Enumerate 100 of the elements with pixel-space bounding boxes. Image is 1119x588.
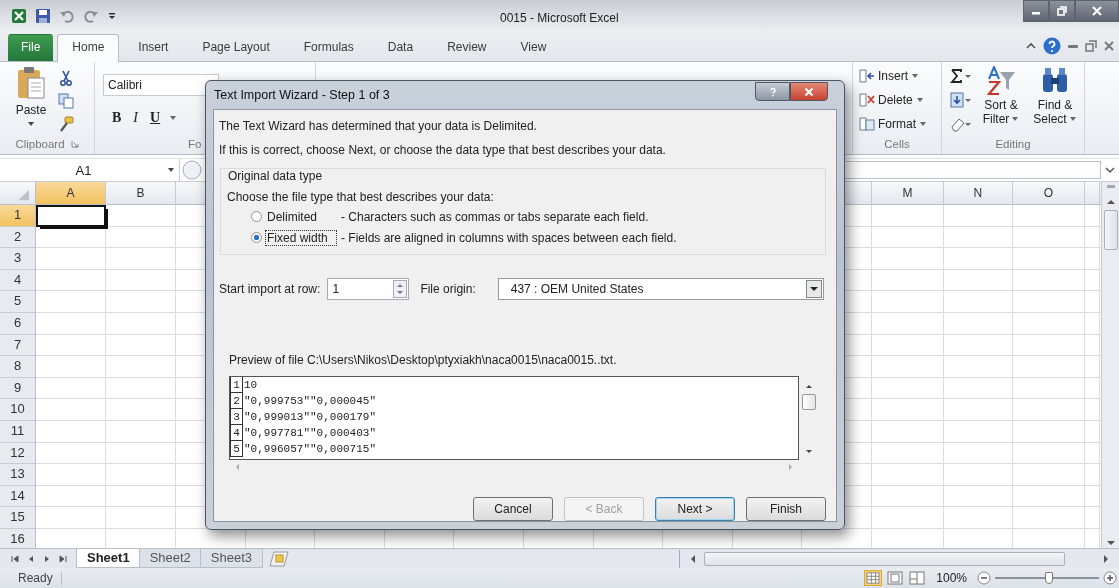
- format-painter-icon[interactable]: [58, 116, 74, 132]
- spinner-icon[interactable]: [393, 280, 408, 298]
- line-number: 3: [230, 409, 243, 425]
- scroll-thumb[interactable]: [801, 394, 816, 410]
- bold-button[interactable]: B: [109, 110, 125, 126]
- copy-icon[interactable]: [58, 93, 74, 109]
- fill-icon[interactable]: [950, 92, 972, 108]
- ribbon-tab[interactable]: Page Layout: [187, 34, 285, 61]
- zoom-out-icon[interactable]: [977, 571, 991, 585]
- scroll-up-icon[interactable]: [1105, 197, 1116, 207]
- ribbon-tab[interactable]: Formulas: [288, 34, 369, 61]
- scroll-right-icon[interactable]: [1101, 553, 1111, 564]
- restore-button[interactable]: [1049, 0, 1075, 22]
- wizard-button[interactable]: Finish: [746, 497, 826, 521]
- group-label: Fo: [188, 138, 202, 150]
- zoom-in-icon[interactable]: [1103, 571, 1117, 585]
- row-header[interactable]: 15: [0, 507, 36, 529]
- paste-button[interactable]: Paste: [10, 66, 52, 132]
- row-header[interactable]: 16: [0, 528, 36, 548]
- sort-filter-icon: [986, 66, 1016, 96]
- name-box[interactable]: A1: [0, 159, 180, 181]
- page-layout-view-icon[interactable]: [886, 570, 905, 586]
- page-break-view-icon[interactable]: [908, 570, 927, 586]
- help-button[interactable]: [755, 82, 790, 101]
- last-sheet-icon[interactable]: [58, 553, 68, 564]
- caret-icon: [27, 120, 35, 128]
- sheet-tab[interactable]: Sheet2: [138, 549, 202, 568]
- autosum-icon[interactable]: [950, 68, 972, 84]
- zoom-level[interactable]: 100%: [936, 571, 967, 585]
- row-header[interactable]: 10: [0, 399, 36, 421]
- vertical-scrollbar[interactable]: [1101, 182, 1119, 548]
- row-header[interactable]: 12: [0, 442, 36, 465]
- radio-button[interactable]: [251, 232, 262, 243]
- cells-command-button[interactable]: Insert: [859, 66, 941, 86]
- ribbon-tab[interactable]: File: [8, 34, 54, 61]
- ribbon-tab[interactable]: Data: [372, 34, 429, 61]
- clipboard-icon: [16, 66, 46, 100]
- first-sheet-icon[interactable]: [10, 553, 20, 564]
- row-header[interactable]: 13: [0, 464, 36, 486]
- row-header[interactable]: 8: [0, 356, 36, 378]
- file-origin-dropdown[interactable]: 437 : OEM United States: [497, 278, 824, 300]
- ribbon-tab[interactable]: Home: [57, 34, 120, 62]
- cells-command-button[interactable]: Format: [859, 114, 941, 134]
- scroll-down-icon[interactable]: [804, 448, 813, 456]
- ribbon-tab[interactable]: Review: [432, 34, 502, 61]
- sort-filter-button[interactable]: Sort & Filter: [976, 66, 1026, 132]
- caret-icon[interactable]: [169, 114, 178, 122]
- wizard-button[interactable]: Cancel: [473, 497, 553, 521]
- row-header[interactable]: 5: [0, 291, 36, 313]
- row-header[interactable]: 6: [0, 312, 36, 335]
- slider-thumb[interactable]: [1045, 572, 1054, 584]
- normal-view-icon[interactable]: [864, 570, 883, 586]
- eraser-icon[interactable]: [950, 116, 972, 132]
- find-select-button[interactable]: Find & Select: [1030, 66, 1080, 132]
- italic-button[interactable]: I: [130, 110, 141, 126]
- close-workbook-icon[interactable]: [1103, 40, 1115, 52]
- row-header[interactable]: 9: [0, 377, 36, 400]
- row-header[interactable]: 14: [0, 485, 36, 508]
- row-header[interactable]: 11: [0, 420, 36, 443]
- dialog-launcher-icon[interactable]: [70, 140, 79, 148]
- sheet-tab[interactable]: Sheet3: [199, 549, 264, 568]
- scroll-thumb[interactable]: [704, 551, 1065, 566]
- option-label[interactable]: Fixed width: [265, 229, 337, 246]
- row-header[interactable]: 2: [0, 226, 36, 249]
- option-label[interactable]: Delimited: [265, 208, 337, 225]
- group-label: Editing: [995, 138, 1031, 150]
- scroll-up-icon[interactable]: [804, 382, 813, 390]
- excel-logo-icon[interactable]: [11, 8, 27, 24]
- row-header[interactable]: 3: [0, 248, 36, 270]
- redo-icon[interactable]: [83, 8, 99, 24]
- option-description: - Characters such as commas or tabs separate each field.: [341, 209, 649, 224]
- row-header[interactable]: 4: [0, 269, 36, 292]
- row-header[interactable]: 7: [0, 334, 36, 357]
- help-icon[interactable]: [1043, 37, 1061, 55]
- scissors-icon[interactable]: [58, 70, 74, 86]
- close-button[interactable]: [1075, 0, 1119, 22]
- undo-icon[interactable]: [59, 8, 75, 24]
- caret-icon: [915, 96, 924, 104]
- customize-caret-icon[interactable]: [107, 11, 117, 21]
- save-icon[interactable]: [35, 8, 51, 24]
- radio-button[interactable]: [251, 211, 262, 222]
- sheet-tab[interactable]: Sheet1: [76, 549, 141, 568]
- option-description: - Fields are aligned in columns with spaces between each field.: [341, 230, 677, 245]
- wizard-button[interactable]: Next >: [655, 497, 735, 521]
- close-icon: [1092, 6, 1102, 16]
- cells-command-button[interactable]: Delete: [859, 90, 941, 110]
- ribbon-tab[interactable]: View: [505, 34, 562, 61]
- scroll-thumb[interactable]: [1103, 210, 1118, 250]
- expand-formula-icon[interactable]: [1105, 165, 1115, 175]
- start-row-label: Start import at row:: [219, 282, 321, 296]
- minimize-button[interactable]: [1023, 0, 1049, 22]
- ribbon-tab[interactable]: Insert: [123, 34, 184, 61]
- restore-workbook-icon[interactable]: [1085, 40, 1097, 52]
- row-header[interactable]: 1: [0, 205, 36, 227]
- underline-button[interactable]: U: [147, 110, 164, 126]
- start-row-field[interactable]: 1: [327, 278, 410, 300]
- column-header[interactable]: A: [36, 182, 106, 204]
- close-button[interactable]: [790, 82, 828, 101]
- preview-label: Preview of file C:\Users\Nikos\Desktop\ptyxiakh\naca0015\naca0015..txt.: [229, 352, 618, 368]
- active-cell[interactable]: [36, 205, 106, 227]
